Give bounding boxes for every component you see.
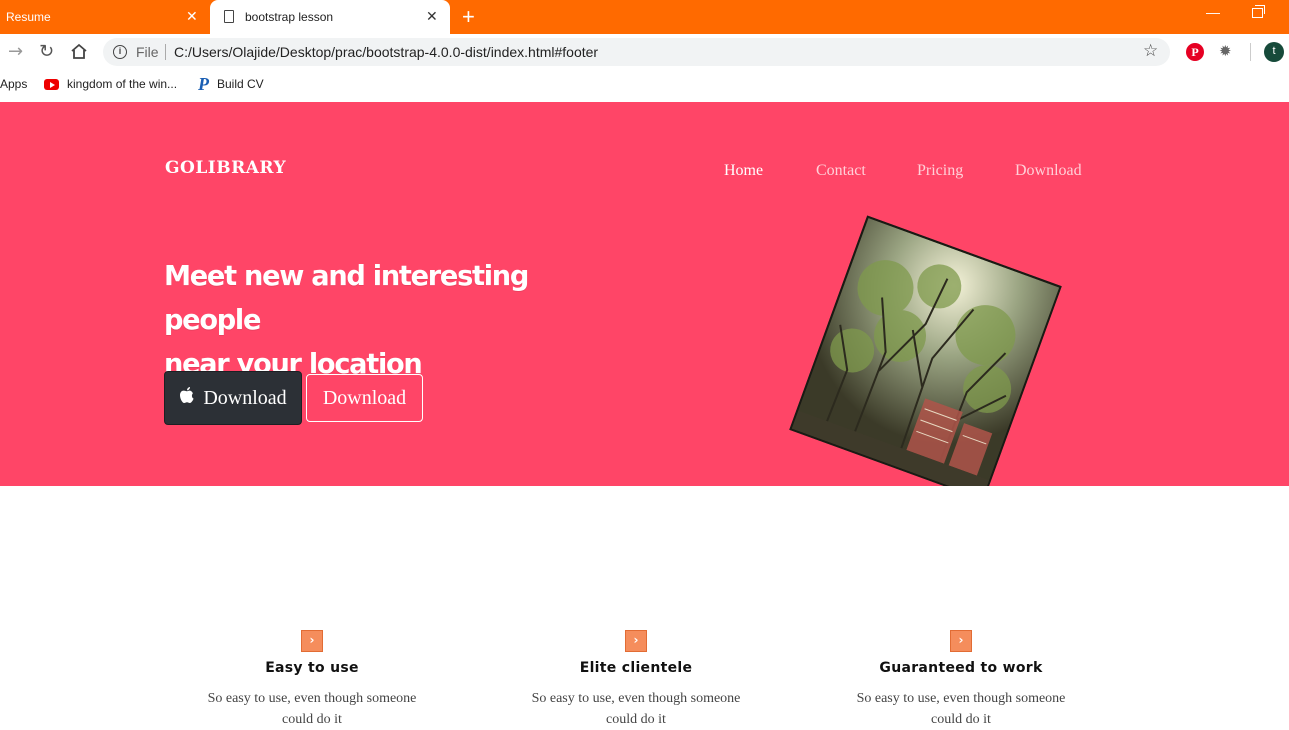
tab-label: bootstrap lesson [245,10,334,24]
home-icon[interactable] [70,43,88,60]
feature-title: Elite clientele [579,660,693,676]
browser-toolbar: → ↻ i File C:/Users/Olajide/Desktop/prac… [0,34,1289,70]
bookmark-label: Apps [0,77,28,91]
info-icon[interactable]: i [113,45,127,59]
document-icon [224,10,234,23]
url-text[interactable]: C:/Users/Olajide/Desktop/prac/bootstrap-… [174,44,598,60]
button-label: Download [203,386,287,409]
restore-window-icon[interactable] [1252,5,1265,18]
feature-title: Easy to use [265,660,359,676]
reload-icon[interactable]: ↻ [39,41,54,62]
p-logo-icon: P [198,74,209,94]
headline-line-1: Meet new and interesting people [164,259,529,336]
back-arrow-icon[interactable]: → [8,41,23,62]
bookmark-build-cv[interactable]: P Build CV [198,74,264,94]
feature-description: So easy to use, even though someone coul… [831,688,1091,730]
hero-section: GOLIBRARY Home Contact Pricing Download … [0,102,1289,486]
apple-icon [180,387,194,403]
button-label: Download [322,386,407,409]
feature-description: So easy to use, even though someone coul… [182,688,442,730]
chevron-right-icon: › [625,630,647,652]
browser-tab-bar: Resume ✕ bootstrap lesson ✕ + — [0,0,1289,34]
feature-desc-line: So easy to use, even though someone [207,691,417,706]
feature-desc-line: So easy to use, even though someone [856,691,1066,706]
feature-title: Guaranteed to work [879,660,1043,676]
bug-extension-icon[interactable]: ✹ [1219,42,1232,60]
bookmark-label: Build CV [217,77,264,91]
bookmark-label: kingdom of the win... [67,77,178,91]
feature-description: So easy to use, even though someone coul… [506,688,766,730]
bookmarks-bar: Apps kingdom of the win... P Build CV [0,70,1289,102]
brand-logo[interactable]: GOLIBRARY [165,158,286,178]
nav-link-pricing[interactable]: Pricing [917,162,963,180]
download-apple-button[interactable]: Download [164,371,302,425]
close-tab-icon[interactable]: ✕ [186,8,198,25]
divider [165,44,166,60]
chevron-right-icon: › [950,630,972,652]
nav-link-download[interactable]: Download [1015,162,1082,180]
url-scheme-label: File [136,44,159,60]
hero-headline: Meet new and interesting people near you… [164,254,630,386]
nav-link-home[interactable]: Home [724,162,763,180]
bookmark-star-icon[interactable]: ☆ [1143,41,1158,61]
address-bar[interactable]: i File C:/Users/Olajide/Desktop/prac/boo… [103,38,1170,66]
divider [1250,43,1251,61]
hero-tree-photo [789,215,1062,486]
bookmark-apps[interactable]: Apps [0,77,27,91]
close-tab-icon[interactable]: ✕ [426,8,438,25]
youtube-icon [44,78,59,90]
download-outline-button[interactable]: Download [306,374,423,422]
pinterest-extension-icon[interactable]: P [1186,43,1204,61]
tab-bootstrap-lesson[interactable]: bootstrap lesson ✕ [210,0,450,34]
tab-resume[interactable]: Resume ✕ [0,0,208,34]
chevron-right-icon: › [301,630,323,652]
new-tab-plus-icon[interactable]: + [462,4,475,30]
profile-avatar[interactable]: t [1264,42,1284,62]
feature-desc-line: So easy to use, even though someone [531,691,741,706]
nav-link-contact[interactable]: Contact [816,162,866,180]
tab-label: Resume [6,10,51,24]
bookmark-kingdom[interactable]: kingdom of the win... [44,77,177,91]
minimize-window-icon[interactable]: — [1206,4,1220,20]
